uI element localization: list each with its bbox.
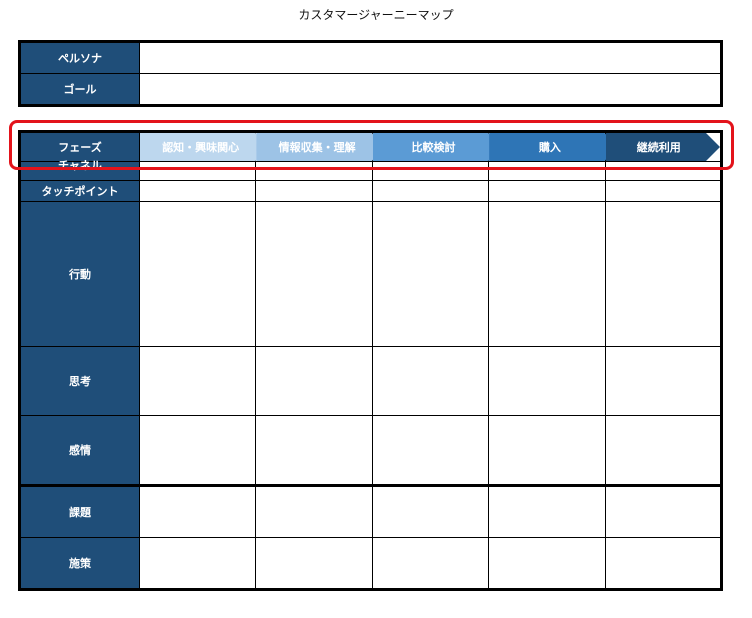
action-cell[interactable] [255,201,373,347]
emotion-cell[interactable] [255,415,373,486]
emotion-label: 感情 [19,415,140,486]
action-cell[interactable] [604,201,723,347]
issue-cell[interactable] [255,485,373,538]
thought-cell[interactable] [488,346,606,416]
thought-cell[interactable] [371,346,490,416]
thought-row: 思考 [19,346,723,416]
journey-table: フェーズ 認知・興味関心 情報収集・理解 比較検討 購入 継続利用 チャネル タ… [18,130,723,591]
action-label: 行動 [19,201,140,347]
thought-cell[interactable] [255,346,373,416]
measure-cell[interactable] [371,537,490,590]
persona-row: ペルソナ [19,41,722,74]
issue-cell[interactable] [488,485,606,538]
persona-label: ペルソナ [19,41,140,74]
touchpoint-cell[interactable] [371,180,490,202]
emotion-cell[interactable] [138,415,257,486]
measure-cell[interactable] [255,537,373,590]
touchpoint-cell[interactable] [488,180,606,202]
goal-row: ゴール [19,73,722,106]
action-cell[interactable] [488,201,606,347]
document-title: カスタマージャーニーマップ [298,8,454,22]
action-row: 行動 [19,201,723,347]
measure-label: 施策 [19,537,140,590]
issue-cell[interactable] [604,485,723,538]
persona-table: ペルソナ ゴール [18,40,723,107]
emotion-cell[interactable] [488,415,606,486]
touchpoint-cell[interactable] [138,180,257,202]
emotion-cell[interactable] [371,415,490,486]
thought-label: 思考 [19,346,140,416]
thought-cell[interactable] [604,346,723,416]
goal-label: ゴール [19,73,140,106]
measure-row: 施策 [19,537,723,590]
page: カスタマージャーニーマップ ペルソナ ゴール フェーズ 認知・興味関心 情報収集… [0,0,752,618]
touchpoint-label: タッチポイント [19,180,140,202]
issue-cell[interactable] [371,485,490,538]
emotion-cell[interactable] [604,415,723,486]
goal-value-cell[interactable] [139,73,722,106]
thought-cell[interactable] [138,346,257,416]
measure-cell[interactable] [604,537,723,590]
action-cell[interactable] [138,201,257,347]
issue-row: 課題 [19,485,723,538]
measure-cell[interactable] [488,537,606,590]
emotion-row: 感情 [19,415,723,486]
persona-value-cell[interactable] [139,41,722,74]
touchpoint-row: タッチポイント [19,180,723,202]
issue-cell[interactable] [138,485,257,538]
phase-highlight-box [9,120,734,170]
touchpoint-cell[interactable] [255,180,373,202]
touchpoint-cell[interactable] [604,180,723,202]
issue-label: 課題 [19,485,140,538]
measure-cell[interactable] [138,537,257,590]
action-cell[interactable] [371,201,490,347]
